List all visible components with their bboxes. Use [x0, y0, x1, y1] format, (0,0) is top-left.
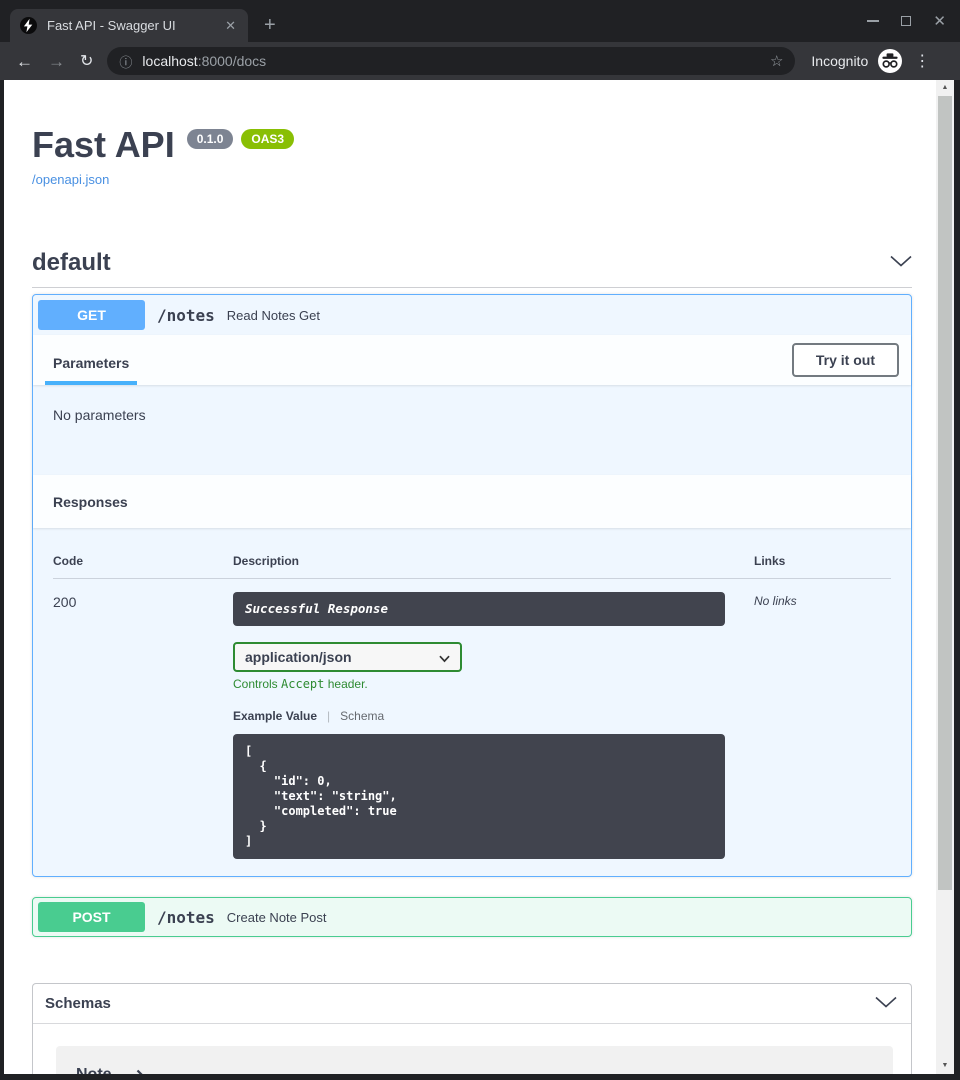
- response-links: No links: [754, 592, 891, 859]
- chevron-down-icon[interactable]: [890, 254, 912, 272]
- menu-kebab-icon[interactable]: ⋮: [914, 51, 930, 71]
- select-chevron-icon: [438, 652, 451, 665]
- tag-name: default: [32, 249, 111, 277]
- schemas-header[interactable]: Schemas: [33, 984, 911, 1024]
- forward-icon[interactable]: →: [48, 53, 65, 70]
- fastapi-favicon-icon: [20, 17, 37, 34]
- back-icon[interactable]: ←: [16, 53, 33, 70]
- response-description: Successful Response: [233, 592, 725, 626]
- scroll-down-icon[interactable]: ▼: [936, 1058, 954, 1074]
- browser-tab[interactable]: Fast API - Swagger UI ✕: [10, 9, 248, 42]
- schemas-heading: Schemas: [45, 995, 111, 1012]
- bookmark-star-icon[interactable]: ☆: [770, 52, 783, 70]
- response-description-cell: Successful Response application/json Con…: [233, 592, 754, 859]
- no-parameters-message: No parameters: [53, 407, 146, 423]
- scroll-up-icon[interactable]: ▲: [936, 80, 954, 96]
- window-controls: ✕: [867, 10, 946, 32]
- swagger-page: Fast API 0.1.0 OAS3 /openapi.json defaul…: [4, 80, 936, 1074]
- response-code: 200: [53, 592, 233, 859]
- page-title: Fast API: [32, 124, 175, 166]
- tab-parameters: Parameters: [45, 355, 137, 385]
- minimize-icon[interactable]: [867, 20, 879, 22]
- browser-window: Fast API - Swagger UI ✕ + ✕ ← → ↻ ⓘ loca…: [0, 0, 960, 1080]
- responses-section-header: Responses: [33, 475, 911, 528]
- responses-table: Code Description Links 200 Successful Re…: [33, 528, 911, 876]
- example-schema-tabs: Example Value | Schema: [233, 709, 754, 724]
- post-summary: Create Note Post: [227, 910, 327, 925]
- url-text: localhost:8000/docs: [142, 53, 770, 69]
- page-scrollbar[interactable]: ▲ ▼: [936, 80, 954, 1074]
- version-badge: 0.1.0: [187, 129, 234, 149]
- col-code: Code: [53, 554, 233, 568]
- col-description: Description: [233, 554, 754, 568]
- get-method-badge: GET: [38, 300, 145, 330]
- accept-note-prefix: Controls: [233, 677, 281, 691]
- oas3-badge: OAS3: [241, 129, 294, 149]
- tag-section-default[interactable]: default: [32, 239, 912, 288]
- example-json-code: [ { "id": 0, "text": "string", "complete…: [233, 734, 725, 859]
- chevron-down-icon[interactable]: [875, 995, 897, 1013]
- response-row-200: 200 Successful Response application/json…: [53, 579, 891, 859]
- url-path: :8000/docs: [198, 53, 267, 69]
- tab-separator: |: [327, 709, 330, 724]
- reload-icon[interactable]: ↻: [80, 53, 93, 70]
- close-window-icon[interactable]: ✕: [933, 14, 946, 29]
- accept-note-suffix: header.: [324, 677, 367, 691]
- get-path: /notes: [157, 306, 215, 325]
- responses-heading: Responses: [53, 494, 128, 510]
- scrollbar-thumb[interactable]: [938, 96, 952, 890]
- maximize-icon[interactable]: [901, 16, 911, 26]
- opblock-get-notes: GET /notes Read Notes Get Parameters Try…: [32, 294, 912, 877]
- openapi-spec-link[interactable]: /openapi.json: [32, 172, 109, 187]
- media-type-value: application/json: [245, 649, 352, 665]
- incognito-icon: [878, 49, 902, 73]
- tab-close-icon[interactable]: ✕: [223, 18, 238, 34]
- opblock-post-header[interactable]: POST /notes Create Note Post: [33, 898, 911, 936]
- tab-schema[interactable]: Schema: [340, 709, 384, 724]
- model-name: Note: [76, 1067, 112, 1074]
- post-method-badge: POST: [38, 902, 145, 932]
- page-info-icon[interactable]: ⓘ: [119, 52, 132, 71]
- parameters-section-header: Parameters Try it out: [33, 335, 911, 385]
- model-note[interactable]: Note: [56, 1046, 893, 1074]
- parameters-body: No parameters: [33, 385, 911, 475]
- tab-example-value[interactable]: Example Value: [233, 709, 317, 724]
- address-bar[interactable]: ⓘ localhost:8000/docs ☆: [107, 47, 795, 75]
- get-summary: Read Notes Get: [227, 308, 320, 323]
- media-type-select[interactable]: application/json: [233, 642, 462, 672]
- post-path: /notes: [157, 908, 215, 927]
- api-info: Fast API 0.1.0 OAS3 /openapi.json: [32, 124, 912, 189]
- opblock-get-header[interactable]: GET /notes Read Notes Get: [33, 295, 911, 335]
- accept-note-code: Accept: [281, 677, 324, 691]
- browser-toolbar: ← → ↻ ⓘ localhost:8000/docs ☆ Incognito …: [0, 42, 960, 80]
- url-host: localhost: [142, 53, 197, 69]
- new-tab-button[interactable]: +: [264, 9, 276, 41]
- incognito-label: Incognito: [811, 53, 868, 69]
- tab-strip: Fast API - Swagger UI ✕ + ✕: [0, 0, 960, 42]
- try-it-out-button[interactable]: Try it out: [792, 343, 899, 377]
- accept-header-note: Controls Accept header.: [233, 677, 754, 691]
- col-links: Links: [754, 554, 891, 568]
- tab-title: Fast API - Swagger UI: [47, 18, 223, 33]
- schemas-section: Schemas Note: [32, 983, 912, 1074]
- schemas-body: Note: [33, 1024, 911, 1074]
- chevron-right-icon: [136, 1069, 145, 1074]
- responses-table-header: Code Description Links: [53, 554, 891, 579]
- opblock-post-notes: POST /notes Create Note Post: [32, 897, 912, 937]
